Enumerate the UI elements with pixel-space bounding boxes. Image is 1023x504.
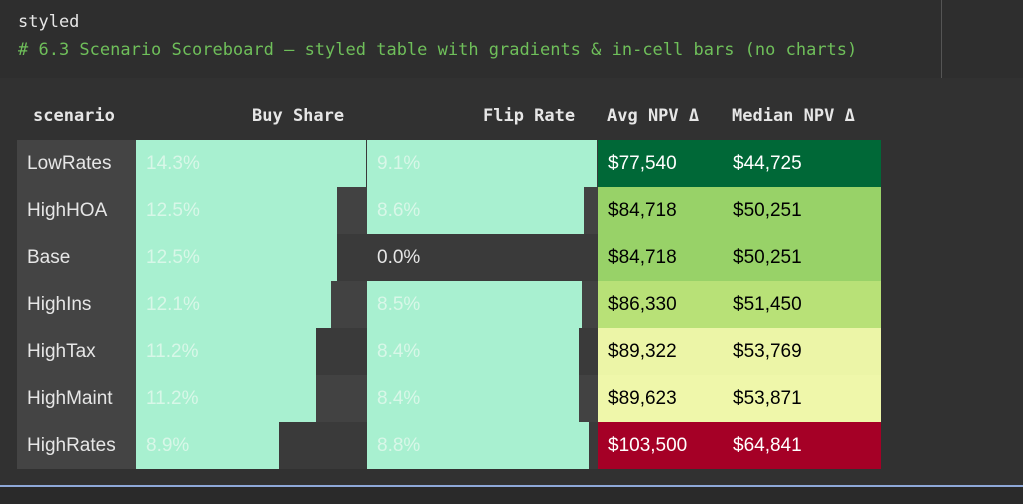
flip-rate-value: 8.4% [377,388,421,409]
buy-share-value: 12.5% [146,247,200,268]
header-scenario: scenario [33,106,115,126]
median-npv-value: $50,251 [733,247,802,268]
median-npv-value: $64,841 [733,435,802,456]
ruler-line [941,0,942,78]
code-comment: # 6.3 Scenario Scoreboard — styled table… [18,40,858,60]
median-npv-value: $53,769 [733,341,802,362]
buy-share-value: 11.2% [146,388,199,409]
buy-share-value: 8.9% [146,435,190,456]
median-npv-value: $53,871 [733,388,802,409]
avg-npv-value: $89,322 [608,341,677,362]
header-median-npv: Median NPV Δ [732,106,855,126]
scenario-cell: HighTax [17,328,136,375]
next-cell[interactable] [0,487,1023,504]
flip-rate-value: 8.4% [377,341,421,362]
flip-rate-value: 8.6% [377,200,421,221]
code-cell[interactable]: styled # 6.3 Scenario Scoreboard — style… [0,0,1023,78]
avg-npv-value: $89,623 [608,388,677,409]
avg-npv-value: $77,540 [608,153,677,174]
scenario-cell: HighHOA [17,187,136,234]
code-line-expression: styled [18,12,80,32]
avg-npv-value: $84,718 [608,200,677,221]
avg-npv-value: $84,718 [608,247,677,268]
flip-rate-value: 8.8% [377,435,421,456]
buy-share-value: 12.1% [146,294,200,315]
median-npv-value: $51,450 [733,294,802,315]
buy-share-value: 12.5% [146,200,200,221]
avg-npv-value: $86,330 [608,294,677,315]
flip-rate-value: 0.0% [377,247,421,268]
flip-rate-value: 8.5% [377,294,421,315]
median-npv-value: $44,725 [733,153,802,174]
scenario-cell: LowRates [17,140,136,187]
scenario-cell: HighIns [17,281,136,328]
avg-npv-value: $103,500 [608,435,688,456]
median-npv-value: $50,251 [733,200,802,221]
header-flip-rate: Flip Rate [483,106,576,126]
flip-rate-value: 9.1% [377,153,421,174]
header-buy-share: Buy Share [252,106,345,126]
buy-share-value: 11.2% [146,341,199,362]
buy-share-value: 14.3% [146,153,200,174]
scenario-cell: HighRates [17,422,136,469]
scenario-cell: HighMaint [17,375,136,422]
scenario-cell: Base [17,234,136,281]
header-avg-npv: Avg NPV Δ [607,106,700,126]
